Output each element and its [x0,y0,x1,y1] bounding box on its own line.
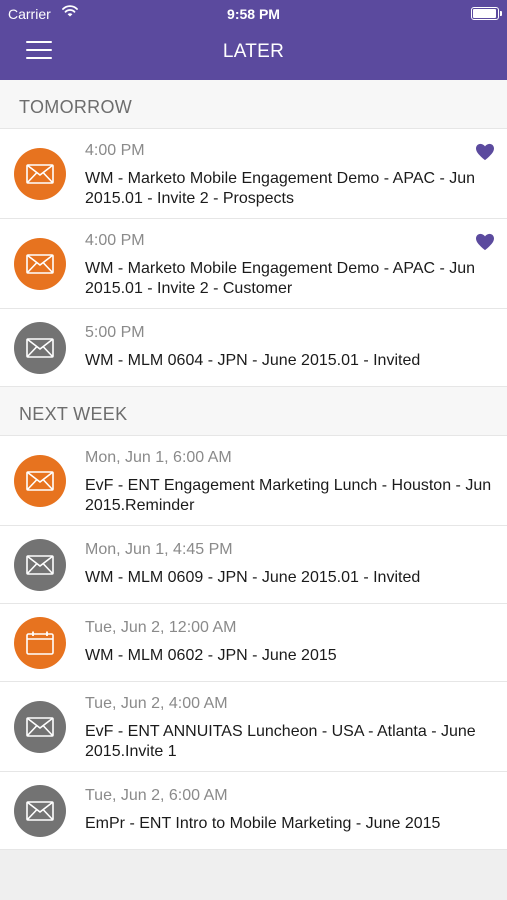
item-time: 5:00 PM [85,324,145,341]
item-time: Tue, Jun 2, 12:00 AM [85,619,237,636]
item-time: 4:00 PM [85,142,145,159]
list-item[interactable]: 4:00 PM WM - Marketo Mobile Engagement De… [0,129,507,219]
item-time: Mon, Jun 1, 6:00 AM [85,449,232,466]
list-item-text: Tue, Jun 2, 4:00 AM EvF - ENT ANNUITAS Lu… [85,694,493,762]
list-item[interactable]: Tue, Jun 2, 4:00 AM EvF - ENT ANNUITAS Lu… [0,682,507,772]
envelope-icon [14,321,66,374]
item-subject: WM - Marketo Mobile Engagement Demo - AP… [85,170,476,207]
status-time: 9:58 PM [227,6,280,22]
list-item[interactable]: 5:00 PM WM - MLM 0604 - JPN - June 2015.0… [0,309,507,387]
navigation-bar: Carrier 9:58 PM LATER [0,0,507,80]
list-item-text: Mon, Jun 1, 6:00 AM EvF - ENT Engagement … [85,448,493,516]
list-item-text: 4:00 PM WM - Marketo Mobile Engagement De… [85,231,493,299]
calendar-icon [14,616,66,669]
list-item-text: Tue, Jun 2, 12:00 AM WM - MLM 0602 - JPN … [85,618,493,666]
list-item[interactable]: Mon, Jun 1, 4:45 PM WM - MLM 0609 - JPN -… [0,526,507,604]
battery-icon [471,7,502,20]
envelope-icon [14,538,66,591]
list-item-text: 5:00 PM WM - MLM 0604 - JPN - June 2015.0… [85,323,493,371]
envelope-icon [14,454,66,507]
list-item[interactable]: 4:00 PM WM - Marketo Mobile Engagement De… [0,219,507,309]
item-subject: WM - MLM 0609 - JPN - June 2015.01 - Inv… [85,569,421,586]
list-item-text: Tue, Jun 2, 6:00 AM EmPr - ENT Intro to M… [85,786,493,834]
list-item-text: Mon, Jun 1, 4:45 PM WM - MLM 0609 - JPN -… [85,540,493,588]
section-header: TOMORROW [0,80,507,129]
later-list[interactable]: TOMORROW 4:00 PM WM - Marketo Mobile Engag… [0,80,507,850]
list-item[interactable]: Tue, Jun 2, 6:00 AM EmPr - ENT Intro to M… [0,772,507,850]
envelope-icon [14,784,66,837]
item-subject: WM - Marketo Mobile Engagement Demo - AP… [85,260,476,297]
item-subject: EvF - ENT Engagement Marketing Lunch - H… [85,477,492,514]
section-header: NEXT WEEK [0,387,507,436]
item-subject: WM - MLM 0604 - JPN - June 2015.01 - Inv… [85,352,421,369]
item-subject: EmPr - ENT Intro to Mobile Marketing - J… [85,815,441,832]
item-subject: EvF - ENT ANNUITAS Luncheon - USA - Atla… [85,723,476,760]
item-time: Tue, Jun 2, 6:00 AM [85,787,228,804]
list-item[interactable]: Mon, Jun 1, 6:00 AM EvF - ENT Engagement … [0,436,507,526]
page-title: LATER [222,41,285,62]
envelope-icon [14,147,66,200]
list-item-text: 4:00 PM WM - Marketo Mobile Engagement De… [85,141,493,209]
item-subject: WM - MLM 0602 - JPN - June 2015 [85,647,337,664]
item-time: Tue, Jun 2, 4:00 AM [85,695,228,712]
item-time: 4:00 PM [85,232,145,249]
favorite-heart-icon[interactable] [475,143,495,166]
envelope-icon [14,237,66,290]
item-time: Mon, Jun 1, 4:45 PM [85,541,233,558]
envelope-icon [14,700,66,753]
favorite-heart-icon[interactable] [475,233,495,256]
list-item[interactable]: Tue, Jun 2, 12:00 AM WM - MLM 0602 - JPN … [0,604,507,682]
status-bar: Carrier 9:58 PM [0,0,507,28]
